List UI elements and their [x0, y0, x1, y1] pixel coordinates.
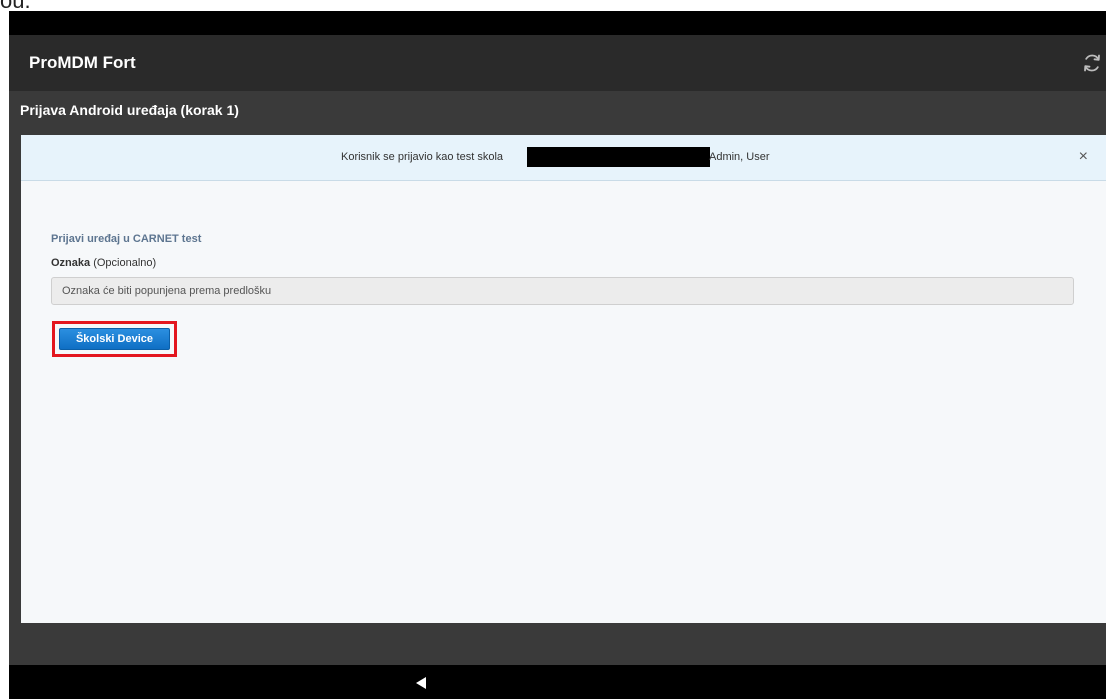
page-title: Prijava Android uređaja (korak 1) [20, 102, 239, 118]
oznaka-label: Oznaka (Opcionalno) [51, 257, 156, 269]
document-text-fragment: ou. [0, 0, 90, 11]
navigation-bar [9, 665, 1106, 699]
app-bar: ProMDM Fort [9, 35, 1106, 91]
alert-message: Korisnik se prijavio kao test skola [341, 151, 504, 163]
redacted-school-name [527, 147, 710, 167]
button-highlight: Školski Device [52, 321, 177, 357]
app-title: ProMDM Fort [29, 53, 136, 72]
field-label-name: Oznaka [51, 257, 91, 269]
device-screen: ProMDM Fort Prijava Android uređaja (kor… [9, 11, 1106, 699]
close-icon[interactable]: × [1079, 148, 1088, 166]
field-label-hint: (Opcionalno) [93, 257, 157, 269]
refresh-icon[interactable] [1080, 51, 1104, 75]
document-text: ou. [0, 0, 31, 11]
skolski-device-button[interactable]: Školski Device [59, 328, 170, 350]
content-area: Prijava Android uređaja (korak 1) Korisn… [9, 91, 1106, 665]
section-title: Prijavi uređaj u CARNET test [51, 233, 202, 245]
login-alert: Korisnik se prijavio kao test skola Admi… [21, 135, 1106, 181]
enrollment-card: Korisnik se prijavio kao test skola Admi… [21, 135, 1106, 623]
status-bar [9, 11, 1106, 35]
back-triangle-icon[interactable] [415, 676, 429, 690]
alert-user-name: Admin, User [709, 151, 770, 163]
oznaka-input[interactable] [51, 277, 1074, 305]
